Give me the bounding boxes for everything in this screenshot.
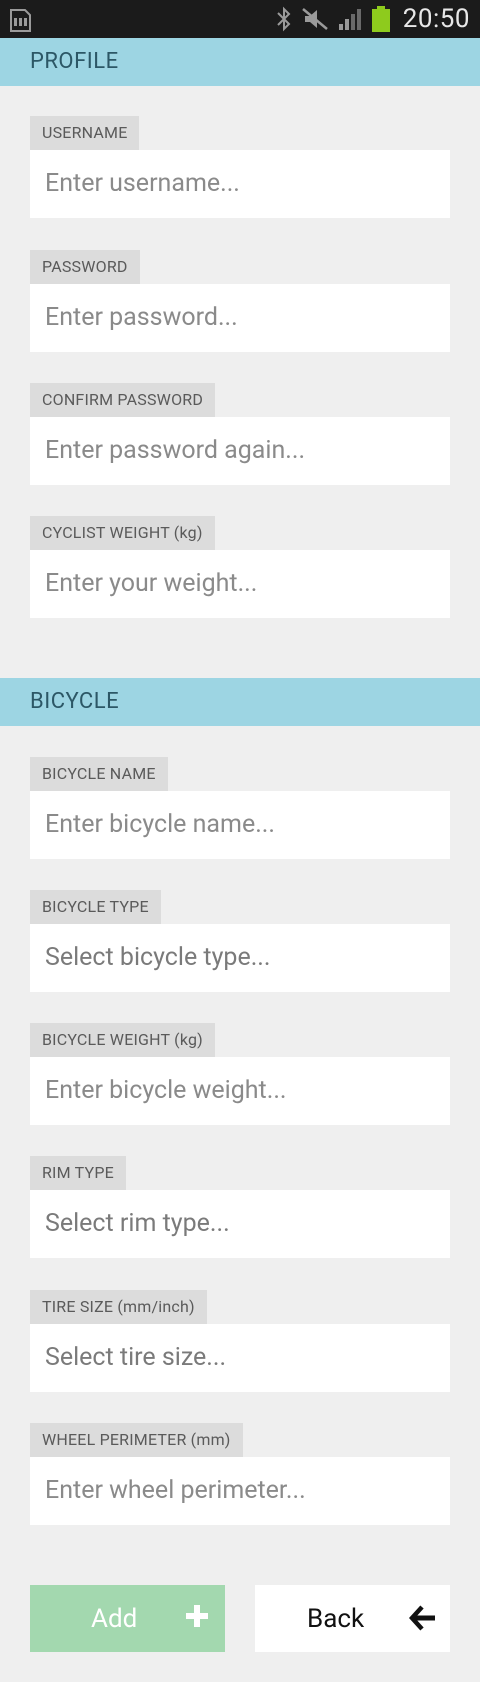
- bicycle-name-label: BICYCLE NAME: [30, 757, 168, 791]
- tire-size-field: TIRE SIZE (mm/inch) Select tire size...: [30, 1290, 450, 1392]
- bicycle-type-label: BICYCLE TYPE: [30, 890, 161, 924]
- status-clock: 20:50: [402, 4, 470, 34]
- back-button[interactable]: Back: [255, 1585, 450, 1652]
- confirm-password-field: CONFIRM PASSWORD: [30, 383, 450, 485]
- bluetooth-icon: [277, 6, 291, 32]
- wheel-perimeter-input[interactable]: [30, 1457, 450, 1525]
- rim-type-label: RIM TYPE: [30, 1156, 126, 1190]
- username-label: USERNAME: [30, 116, 140, 150]
- wheel-perimeter-label: WHEEL PERIMETER (mm): [30, 1423, 243, 1457]
- cyclist-weight-field: CYCLIST WEIGHT (kg): [30, 516, 450, 618]
- add-button[interactable]: Add: [30, 1585, 225, 1652]
- username-field: USERNAME: [30, 116, 450, 218]
- bicycle-type-field: BICYCLE TYPE Select bicycle type...: [30, 890, 450, 992]
- bicycle-name-input[interactable]: [30, 791, 450, 859]
- username-input[interactable]: [30, 150, 450, 218]
- plus-icon: [186, 1605, 208, 1627]
- bicycle-weight-field: BICYCLE WEIGHT (kg): [30, 1023, 450, 1125]
- sd-card-icon: [10, 9, 31, 32]
- bicycle-section-header: BICYCLE: [0, 678, 480, 726]
- cyclist-weight-input[interactable]: [30, 550, 450, 618]
- back-button-label: Back: [307, 1603, 365, 1634]
- confirm-password-input[interactable]: [30, 417, 450, 485]
- bicycle-weight-label: BICYCLE WEIGHT (kg): [30, 1023, 215, 1057]
- signal-icon: [338, 9, 361, 30]
- rim-type-select[interactable]: Select rim type...: [30, 1190, 450, 1258]
- password-input[interactable]: [30, 284, 450, 352]
- password-field: PASSWORD: [30, 250, 450, 352]
- bicycle-weight-input[interactable]: [30, 1057, 450, 1125]
- cyclist-weight-label: CYCLIST WEIGHT (kg): [30, 516, 215, 550]
- arrow-left-icon: [409, 1605, 435, 1631]
- profile-section-header: PROFILE: [0, 38, 480, 86]
- rim-type-field: RIM TYPE Select rim type...: [30, 1156, 450, 1258]
- tire-size-label: TIRE SIZE (mm/inch): [30, 1290, 207, 1324]
- confirm-password-label: CONFIRM PASSWORD: [30, 383, 216, 417]
- wheel-perimeter-field: WHEEL PERIMETER (mm): [30, 1423, 450, 1525]
- password-label: PASSWORD: [30, 250, 140, 284]
- mute-icon: [301, 8, 328, 30]
- bicycle-name-field: BICYCLE NAME: [30, 757, 450, 859]
- status-bar: 20:50: [0, 0, 480, 38]
- bicycle-type-select[interactable]: Select bicycle type...: [30, 924, 450, 992]
- add-button-label: Add: [91, 1603, 138, 1634]
- tire-size-select[interactable]: Select tire size...: [30, 1324, 450, 1392]
- battery-icon: [371, 6, 390, 32]
